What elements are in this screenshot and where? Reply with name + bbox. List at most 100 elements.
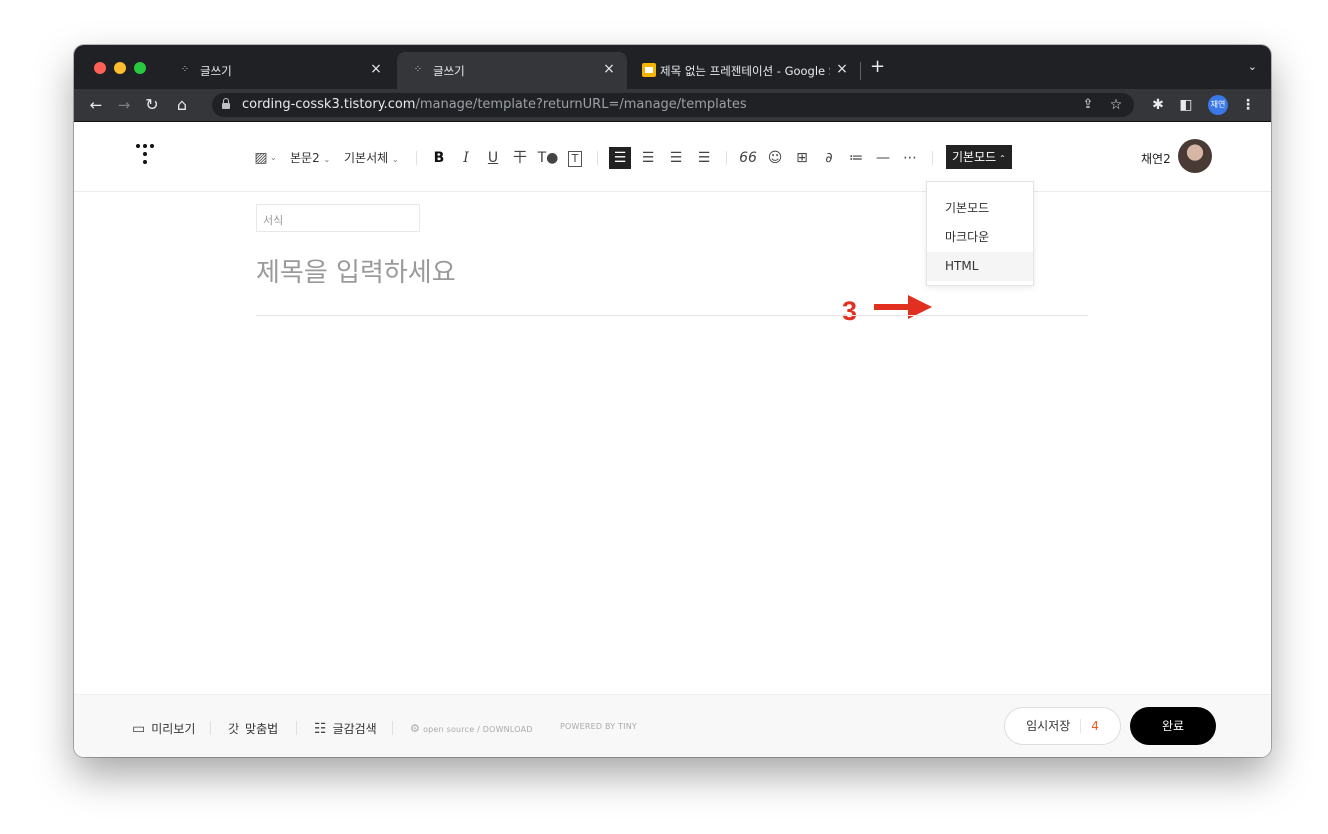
editor-mode-label: 기본모드 <box>952 150 997 164</box>
title-divider <box>256 315 1088 316</box>
share-icon[interactable]: ⇪ <box>1078 95 1098 115</box>
text-color-button[interactable]: T● <box>534 147 562 169</box>
browser-window: ⁘ 글쓰기 × ⁘ 글쓰기 × 제목 없는 프레젠테이션 - Google S … <box>74 45 1271 757</box>
table-icon[interactable]: ⊞ <box>791 147 813 169</box>
tistory-favicon-icon: ⁘ <box>180 64 190 75</box>
paragraph-style-select[interactable]: 본문2 ⌄ <box>290 147 330 169</box>
tab-google-slides[interactable]: 제목 없는 프레젠테이션 - Google S × <box>630 52 860 89</box>
url-path: /manage/template?returnURL=/manage/templ… <box>415 97 747 112</box>
forward-arrow-icon[interactable]: → <box>114 95 134 115</box>
underline-button[interactable]: U <box>482 147 504 169</box>
tistory-favicon-icon: ⁘ <box>413 64 423 75</box>
annotation-step-number: 3 <box>842 296 858 326</box>
address-bar[interactable]: cording-cossk3.tistory.com/manage/templa… <box>212 93 1134 117</box>
editor-footer: ▭ 미리보기 갓 맞춤법 ☷ 글감검색 ⚙ open source / DOWNLOAD… <box>74 694 1271 757</box>
more-icon[interactable]: ⋯ <box>899 147 921 169</box>
tab-close-icon[interactable]: × <box>368 61 384 77</box>
emoticon-icon[interactable]: ☺ <box>764 147 786 169</box>
close-window-button[interactable] <box>94 62 106 74</box>
tab-separator <box>860 62 861 80</box>
tab-close-icon[interactable]: × <box>834 61 850 77</box>
spellcheck-label: 맞춤법 <box>245 722 279 736</box>
extensions-puzzle-icon[interactable]: ✱ <box>1148 95 1168 115</box>
tab-write-2[interactable]: ⁘ 글쓰기 × <box>397 52 627 89</box>
font-select[interactable]: 기본서체 ⌄ <box>344 147 399 169</box>
tab-search-chevron-icon[interactable]: ⌄ <box>1248 60 1257 73</box>
url-host: cording-cossk3.tistory.com <box>242 97 416 112</box>
minimize-window-button[interactable] <box>114 62 126 74</box>
chevron-down-icon: ⌄ <box>323 155 331 164</box>
editor-mode-dropdown: 기본모드 마크다운 HTML <box>926 181 1034 286</box>
italic-button[interactable]: I <box>455 147 477 169</box>
link-icon[interactable]: ∂ <box>818 147 840 169</box>
quote-button[interactable]: 66 <box>737 147 759 169</box>
search-doc-icon: ☷ <box>314 721 327 737</box>
mode-option-basic[interactable]: 기본모드 <box>927 194 1033 223</box>
strikethrough-button[interactable]: 干 <box>509 147 531 169</box>
done-button[interactable]: 완료 <box>1130 707 1216 745</box>
back-arrow-icon[interactable]: ← <box>86 95 106 115</box>
material-search-button[interactable]: ☷ 글감검색 <box>314 720 377 737</box>
tab-close-icon[interactable]: × <box>601 61 617 77</box>
format-placeholder: 서식 <box>263 214 284 227</box>
bold-button[interactable]: B <box>428 147 450 169</box>
bookmark-star-icon[interactable]: ☆ <box>1106 95 1126 115</box>
toolbar-separator <box>932 151 933 165</box>
material-search-label: 글감검색 <box>332 722 377 736</box>
font-label: 기본서체 <box>344 151 389 165</box>
toolbar-separator <box>416 151 417 165</box>
text-background-button[interactable]: T <box>564 147 586 169</box>
align-left-button[interactable]: ☰ <box>609 147 631 169</box>
browser-menu-icon[interactable]: ⋮ <box>1238 95 1258 115</box>
mode-option-markdown[interactable]: 마크다운 <box>927 223 1033 252</box>
toolbar-separator <box>726 151 727 165</box>
text-background-label: T <box>568 151 582 167</box>
user-name[interactable]: 채연2 <box>1141 150 1171 167</box>
new-tab-plus-icon[interactable]: + <box>870 57 885 77</box>
temp-save-label: 임시저장 <box>1026 719 1071 733</box>
lock-icon <box>222 98 230 109</box>
post-title-input[interactable]: 제목을 입력하세요 <box>256 252 456 289</box>
tab-title: 글쓰기 <box>433 64 465 78</box>
tab-title: 제목 없는 프레젠테이션 - Google S <box>660 64 830 78</box>
powered-by-tiny[interactable]: POWERED BY TINY <box>560 722 637 731</box>
align-justify-button[interactable]: ☰ <box>693 147 715 169</box>
preview-button[interactable]: ▭ 미리보기 <box>132 720 195 737</box>
chevron-up-icon: ⌃ <box>999 154 1006 163</box>
editor-mode-button[interactable]: 기본모드 ⌃ <box>946 145 1012 169</box>
insert-image-icon[interactable]: ▨ <box>250 147 272 169</box>
reload-icon[interactable]: ↻ <box>142 95 162 115</box>
spellcheck-button[interactable]: 갓 맞춤법 <box>228 720 278 737</box>
tab-write-1[interactable]: ⁘ 글쓰기 × <box>164 52 394 89</box>
mode-option-html[interactable]: HTML <box>927 252 1033 281</box>
open-source-label: open source / DOWNLOAD <box>423 725 533 734</box>
footer-separator <box>392 721 393 735</box>
align-right-button[interactable]: ☰ <box>665 147 687 169</box>
open-source-link[interactable]: ⚙ open source / DOWNLOAD <box>410 722 533 735</box>
google-slides-favicon-icon <box>642 63 656 77</box>
tab-title: 글쓰기 <box>200 64 232 78</box>
spellcheck-icon: 갓 <box>228 722 240 736</box>
url-text: cording-cossk3.tistory.com/manage/templa… <box>242 97 747 112</box>
list-icon[interactable]: ≔ <box>845 147 867 169</box>
editor-page: ▨ ⌄ 본문2 ⌄ 기본서체 ⌄ B I U 干 T● T ☰ ☰ ☰ ☰ 66… <box>74 122 1271 757</box>
align-center-button[interactable]: ☰ <box>637 147 659 169</box>
temp-save-button[interactable]: 임시저장 4 <box>1004 707 1121 745</box>
side-panel-icon[interactable]: ◧ <box>1176 95 1196 115</box>
format-select[interactable]: 서식 <box>256 204 420 232</box>
tistory-logo-icon[interactable] <box>136 144 156 168</box>
footer-separator <box>210 721 211 735</box>
toolbar-separator <box>597 151 598 165</box>
chevron-down-icon: ⌄ <box>392 155 399 164</box>
footer-separator <box>296 721 297 735</box>
user-avatar[interactable] <box>1178 139 1212 173</box>
tab-strip: ⁘ 글쓰기 × ⁘ 글쓰기 × 제목 없는 프레젠테이션 - Google S … <box>74 45 1271 89</box>
zoom-window-button[interactable] <box>134 62 146 74</box>
chevron-down-icon: ⌄ <box>270 153 277 162</box>
profile-avatar[interactable]: 채연 <box>1208 95 1228 115</box>
temp-save-count: 4 <box>1080 719 1099 733</box>
horizontal-line-icon[interactable]: — <box>872 147 894 169</box>
monitor-icon: ▭ <box>132 721 146 737</box>
annotation-arrow-icon <box>874 295 932 319</box>
home-icon[interactable]: ⌂ <box>172 95 192 115</box>
